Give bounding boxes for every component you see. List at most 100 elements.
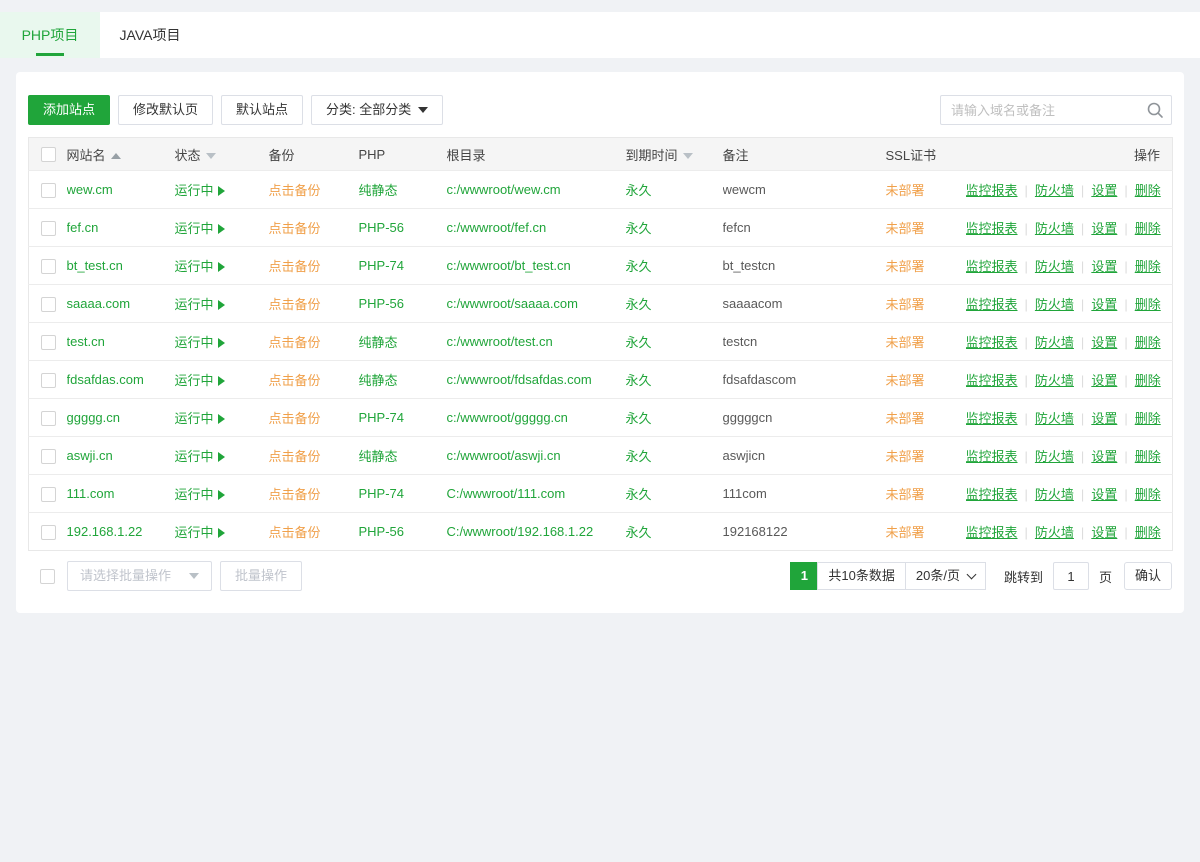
row-action-firewall[interactable]: 防火墙 xyxy=(1035,411,1074,426)
root-dir-link[interactable]: c:/wwwroot/aswji.cn xyxy=(447,448,561,463)
site-domain-link[interactable]: aswji.cn xyxy=(67,448,113,463)
expire-time[interactable]: 永久 xyxy=(626,259,652,274)
site-domain-link[interactable]: fef.cn xyxy=(67,220,99,235)
site-domain-link[interactable]: fdsafdas.com xyxy=(67,372,144,387)
expire-time[interactable]: 永久 xyxy=(626,525,652,540)
tab-java-project[interactable]: JAVA项目 xyxy=(100,12,200,58)
expire-time[interactable]: 永久 xyxy=(626,297,652,312)
row-action-monitor-report[interactable]: 监控报表 xyxy=(966,373,1018,388)
site-status-toggle[interactable]: 运行中 xyxy=(175,259,225,274)
row-action-settings[interactable]: 设置 xyxy=(1091,373,1117,388)
row-action-monitor-report[interactable]: 监控报表 xyxy=(966,411,1018,426)
expire-time[interactable]: 永久 xyxy=(626,449,652,464)
jump-page-input[interactable] xyxy=(1053,562,1089,590)
expire-time[interactable]: 永久 xyxy=(626,221,652,236)
row-action-monitor-report[interactable]: 监控报表 xyxy=(966,335,1018,350)
root-dir-link[interactable]: c:/wwwroot/test.cn xyxy=(447,334,553,349)
php-version[interactable]: PHP-56 xyxy=(359,524,405,539)
backup-link[interactable]: 点击备份 xyxy=(269,411,321,426)
modify-default-page-button[interactable]: 修改默认页 xyxy=(118,95,213,125)
site-status-toggle[interactable]: 运行中 xyxy=(175,411,225,426)
root-dir-link[interactable]: C:/wwwroot/192.168.1.22 xyxy=(447,524,594,539)
search-icon[interactable] xyxy=(1146,101,1164,119)
expire-time[interactable]: 永久 xyxy=(626,487,652,502)
ssl-status-link[interactable]: 未部署 xyxy=(886,259,925,274)
row-action-monitor-report[interactable]: 监控报表 xyxy=(966,221,1018,236)
row-action-settings[interactable]: 设置 xyxy=(1091,259,1117,274)
php-version[interactable]: 纯静态 xyxy=(359,335,398,350)
backup-link[interactable]: 点击备份 xyxy=(269,335,321,350)
ssl-status-link[interactable]: 未部署 xyxy=(886,487,925,502)
backup-link[interactable]: 点击备份 xyxy=(269,449,321,464)
add-site-button[interactable]: 添加站点 xyxy=(28,95,110,125)
row-action-delete[interactable]: 删除 xyxy=(1135,297,1161,312)
php-version[interactable]: PHP-56 xyxy=(359,220,405,235)
root-dir-link[interactable]: C:/wwwroot/111.com xyxy=(447,486,566,501)
backup-link[interactable]: 点击备份 xyxy=(269,259,321,274)
category-filter-dropdown[interactable]: 分类: 全部分类 xyxy=(311,95,443,125)
ssl-status-link[interactable]: 未部署 xyxy=(886,297,925,312)
row-action-firewall[interactable]: 防火墙 xyxy=(1035,335,1074,350)
row-action-delete[interactable]: 删除 xyxy=(1135,183,1161,198)
row-action-delete[interactable]: 删除 xyxy=(1135,487,1161,502)
row-checkbox[interactable] xyxy=(41,335,56,350)
row-action-monitor-report[interactable]: 监控报表 xyxy=(966,297,1018,312)
php-version[interactable]: PHP-74 xyxy=(359,410,405,425)
row-action-monitor-report[interactable]: 监控报表 xyxy=(966,183,1018,198)
row-action-delete[interactable]: 删除 xyxy=(1135,525,1161,540)
row-action-delete[interactable]: 删除 xyxy=(1135,335,1161,350)
php-version[interactable]: PHP-74 xyxy=(359,486,405,501)
row-action-firewall[interactable]: 防火墙 xyxy=(1035,487,1074,502)
site-status-toggle[interactable]: 运行中 xyxy=(175,297,225,312)
page-size-select[interactable]: 20条/页 xyxy=(905,562,986,590)
php-version[interactable]: PHP-74 xyxy=(359,258,405,273)
site-domain-link[interactable]: saaaa.com xyxy=(67,296,131,311)
row-action-delete[interactable]: 删除 xyxy=(1135,411,1161,426)
row-action-firewall[interactable]: 防火墙 xyxy=(1035,373,1074,388)
row-checkbox[interactable] xyxy=(41,259,56,274)
row-action-delete[interactable]: 删除 xyxy=(1135,449,1161,464)
ssl-status-link[interactable]: 未部署 xyxy=(886,335,925,350)
ssl-status-link[interactable]: 未部署 xyxy=(886,373,925,388)
root-dir-link[interactable]: c:/wwwroot/ggggg.cn xyxy=(447,410,568,425)
row-action-firewall[interactable]: 防火墙 xyxy=(1035,449,1074,464)
site-status-toggle[interactable]: 运行中 xyxy=(175,183,225,198)
php-version[interactable]: 纯静态 xyxy=(359,373,398,388)
row-checkbox[interactable] xyxy=(41,449,56,464)
row-checkbox[interactable] xyxy=(41,525,56,540)
row-action-firewall[interactable]: 防火墙 xyxy=(1035,221,1074,236)
row-action-settings[interactable]: 设置 xyxy=(1091,183,1117,198)
row-action-firewall[interactable]: 防火墙 xyxy=(1035,297,1074,312)
site-status-toggle[interactable]: 运行中 xyxy=(175,373,225,388)
backup-link[interactable]: 点击备份 xyxy=(269,221,321,236)
row-checkbox[interactable] xyxy=(41,487,56,502)
row-action-firewall[interactable]: 防火墙 xyxy=(1035,525,1074,540)
site-domain-link[interactable]: test.cn xyxy=(67,334,105,349)
row-action-delete[interactable]: 删除 xyxy=(1135,373,1161,388)
row-action-delete[interactable]: 删除 xyxy=(1135,221,1161,236)
site-domain-link[interactable]: ggggg.cn xyxy=(67,410,121,425)
ssl-status-link[interactable]: 未部署 xyxy=(886,183,925,198)
confirm-jump-button[interactable]: 确认 xyxy=(1124,562,1172,590)
backup-link[interactable]: 点击备份 xyxy=(269,373,321,388)
site-domain-link[interactable]: 111.com xyxy=(67,486,115,501)
site-status-toggle[interactable]: 运行中 xyxy=(175,525,225,540)
expire-time[interactable]: 永久 xyxy=(626,411,652,426)
row-checkbox[interactable] xyxy=(41,221,56,236)
row-action-firewall[interactable]: 防火墙 xyxy=(1035,183,1074,198)
root-dir-link[interactable]: c:/wwwroot/saaaa.com xyxy=(447,296,579,311)
search-input[interactable] xyxy=(940,95,1172,125)
expire-time[interactable]: 永久 xyxy=(626,335,652,350)
col-domain[interactable]: 网站名 xyxy=(67,138,175,171)
ssl-status-link[interactable]: 未部署 xyxy=(886,221,925,236)
row-action-settings[interactable]: 设置 xyxy=(1091,525,1117,540)
row-action-delete[interactable]: 删除 xyxy=(1135,259,1161,274)
row-checkbox[interactable] xyxy=(41,373,56,388)
root-dir-link[interactable]: c:/wwwroot/bt_test.cn xyxy=(447,258,571,273)
root-dir-link[interactable]: c:/wwwroot/fef.cn xyxy=(447,220,547,235)
row-action-settings[interactable]: 设置 xyxy=(1091,297,1117,312)
site-status-toggle[interactable]: 运行中 xyxy=(175,449,225,464)
row-action-monitor-report[interactable]: 监控报表 xyxy=(966,259,1018,274)
row-action-firewall[interactable]: 防火墙 xyxy=(1035,259,1074,274)
ssl-status-link[interactable]: 未部署 xyxy=(886,525,925,540)
